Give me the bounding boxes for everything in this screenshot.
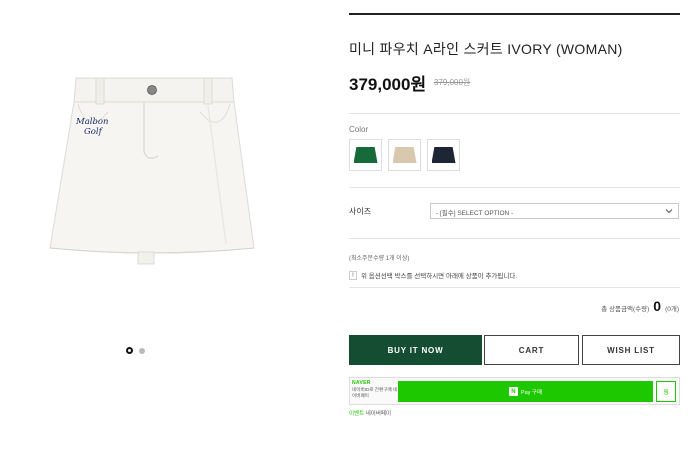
- naver-events-text: 네이버페이: [365, 411, 392, 417]
- size-select[interactable]: - [필수] SELECT OPTION -: [430, 203, 679, 219]
- product-image[interactable]: Malbon Golf: [48, 66, 258, 276]
- naver-pay-button[interactable]: N Pay 구매: [398, 381, 653, 402]
- naver-logo: NAVER: [352, 380, 371, 386]
- naver-pay-label: Pay 구매: [520, 389, 543, 396]
- total-unit: (0개): [665, 306, 679, 313]
- total-price: 총 상품금액(수량) 0 (0개): [601, 298, 679, 314]
- naver-pay-description: 네이버ID로 간편구매 네이버페이: [352, 387, 398, 398]
- product-title: 미니 파우치 A라인 스커트 IVORY (WOMAN): [349, 41, 623, 57]
- buy-now-button[interactable]: BUY IT NOW: [349, 335, 482, 365]
- svg-text:Malbon: Malbon: [75, 117, 109, 127]
- original-price: 379,000원: [434, 78, 471, 87]
- top-divider: [349, 13, 680, 15]
- gallery-dot-1[interactable]: [126, 347, 133, 354]
- divider: [349, 113, 680, 114]
- cart-button[interactable]: CART: [484, 335, 579, 365]
- svg-text:Golf: Golf: [84, 127, 104, 137]
- info-icon: !: [349, 270, 357, 280]
- option-notice-text: 위 옵션선택 박스를 선택하시면 아래에 상품이 추가됩니다.: [361, 273, 518, 280]
- skirt-thumb-icon: [392, 147, 417, 163]
- naver-pay-box: NAVER 네이버ID로 간편구매 네이버페이 N Pay 구매 찜: [349, 377, 680, 405]
- naver-n-icon: N: [508, 387, 518, 396]
- total-quantity: 0: [653, 298, 662, 314]
- total-label: 총 상품금액(수량): [601, 306, 650, 313]
- naver-events-label: 이벤트: [349, 411, 365, 417]
- chevron-down-icon: [665, 209, 673, 214]
- divider: [349, 287, 680, 288]
- skirt-thumb-icon: [431, 147, 456, 163]
- size-label: 사이즈: [349, 207, 372, 216]
- skirt-thumb-icon: [353, 147, 378, 163]
- naver-events[interactable]: 이벤트 네이버페이: [349, 409, 391, 417]
- color-swatch-green[interactable]: [349, 139, 382, 171]
- divider: [349, 238, 680, 239]
- wish-list-button[interactable]: WISH LIST: [582, 335, 680, 365]
- size-select-value: - [필수] SELECT OPTION -: [436, 210, 514, 217]
- product-gallery: Malbon Golf: [0, 0, 330, 451]
- color-swatch-navy[interactable]: [427, 139, 460, 171]
- naver-wish-button[interactable]: 찜: [656, 381, 676, 402]
- gallery-pagination: [126, 347, 145, 354]
- option-notice: ! 위 옵션선택 박스를 선택하시면 아래에 상품이 추가됩니다.: [349, 270, 517, 280]
- color-swatch-beige[interactable]: [388, 139, 421, 171]
- color-label: Color: [349, 125, 369, 134]
- min-order-quantity: (최소주문수량 1개 이상): [349, 256, 410, 262]
- gallery-dot-2[interactable]: [139, 347, 145, 354]
- product-info: 미니 파우치 A라인 스커트 IVORY (WOMAN) 379,000원 37…: [349, 0, 680, 451]
- divider: [349, 187, 680, 188]
- product-price: 379,000원: [349, 75, 427, 94]
